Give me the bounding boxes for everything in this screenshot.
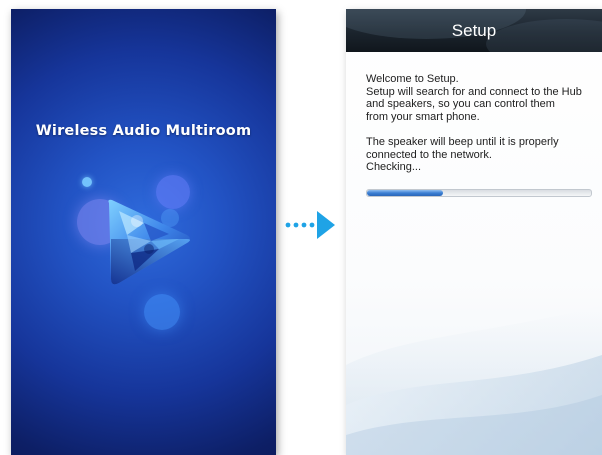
beep-info-text: connected to the network. xyxy=(366,148,492,161)
progress-bar xyxy=(366,189,592,197)
background-waves xyxy=(346,305,602,455)
splash-screen: Wireless Audio Multiroom xyxy=(11,9,276,455)
progress-bar-fill xyxy=(367,190,444,196)
setup-screen: Setup Welcome to Setup. Setup will searc… xyxy=(346,9,602,455)
description-text: from your smart phone. xyxy=(366,110,480,123)
play-logo-icon xyxy=(108,199,190,285)
description-text: and speakers, so you can control them xyxy=(366,98,555,110)
status-text: Checking... xyxy=(366,161,422,173)
bokeh-light xyxy=(82,177,92,187)
screenshot-stage: Wireless Audio Multiroom Setup Welcome t… xyxy=(0,0,602,455)
bokeh-light xyxy=(144,294,180,330)
description-text: Setup will search for and connect to the… xyxy=(366,85,582,98)
beep-info-text: The speaker will beep until it is proper… xyxy=(366,136,559,148)
app-title: Wireless Audio Multiroom xyxy=(35,123,252,139)
dotted-arrow-right-icon xyxy=(285,211,335,239)
page-title: Setup xyxy=(451,21,497,40)
setup-description: Welcome to Setup. Setup will search for … xyxy=(366,73,594,174)
welcome-text: Welcome to Setup. xyxy=(366,73,459,85)
setup-header-bar: Setup xyxy=(346,9,602,52)
